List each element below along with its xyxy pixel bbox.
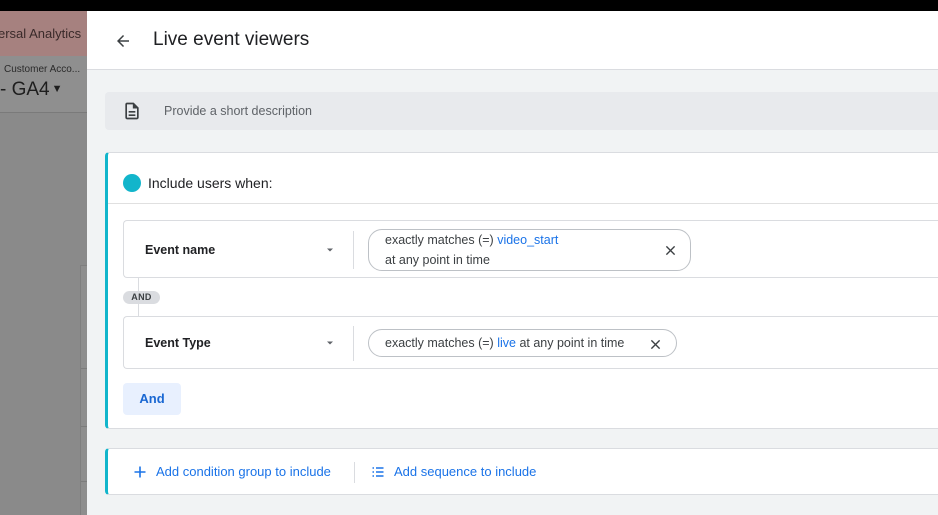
condition-chip[interactable]: exactly matches (=) live at any point in… (368, 329, 677, 357)
arrow-back-icon (117, 35, 129, 47)
condition-row: Event name exactly matches (=) video_sta… (123, 220, 938, 278)
condition-value: video_start (497, 233, 559, 247)
close-icon (650, 339, 660, 349)
condition-value: live (497, 336, 516, 350)
condition-row: Event Type exactly matches (=) live at a… (123, 316, 938, 369)
description-field[interactable]: Provide a short description (105, 92, 938, 130)
account-name: Customer Acco... (4, 64, 81, 75)
include-group-header: Include users when: (108, 153, 938, 204)
condition-chip[interactable]: exactly matches (=) video_start at any p… (368, 229, 691, 271)
top-bar (0, 0, 938, 11)
plus-icon (132, 464, 148, 480)
and-button[interactable]: And (123, 383, 181, 415)
panel-header: Live event viewers (87, 11, 938, 70)
description-placeholder: Provide a short description (164, 104, 312, 118)
timing-text: at any point in time (519, 336, 625, 350)
dropdown-arrow-icon (327, 248, 333, 252)
audience-panel: Live event viewers Provide a short descr… (87, 11, 938, 515)
dimension-label: Event name (145, 243, 216, 257)
chip-line: exactly matches (=) live at any point in… (385, 336, 624, 350)
list-icon (370, 464, 386, 480)
close-icon (665, 245, 675, 255)
dropdown-arrow-icon (327, 341, 333, 345)
add-condition-group-button[interactable]: Add condition group to include (132, 449, 331, 494)
add-sequence-button[interactable]: Add sequence to include (370, 449, 536, 494)
add-condition-group-label: Add condition group to include (156, 464, 331, 479)
chevron-down-icon: ▼ (51, 83, 63, 95)
and-badge: AND (123, 291, 160, 304)
operator-text: exactly matches (=) (385, 336, 494, 350)
document-icon (125, 102, 139, 120)
dimension-select[interactable]: Event name (124, 221, 353, 277)
brand-bar: ersal Analytics (0, 11, 87, 56)
divider (353, 231, 354, 269)
remove-condition-button[interactable] (647, 336, 663, 352)
remove-condition-button[interactable] (662, 242, 678, 258)
operator-text: exactly matches (=) (385, 233, 494, 247)
add-sequence-label: Add sequence to include (394, 464, 537, 479)
dimension-select[interactable]: Event Type (124, 317, 353, 368)
include-condition-group: Include users when: Event name exactly m… (105, 152, 938, 429)
background-app: ersal Analytics Customer Acco... - GA4 ▼ (0, 11, 87, 515)
background-card (80, 265, 87, 515)
dimension-label: Event Type (145, 336, 211, 350)
property-header: Customer Acco... - GA4 ▼ (0, 56, 87, 113)
timing-text: at any point in time (385, 253, 490, 267)
brand-text: ersal Analytics (0, 26, 82, 41)
add-group-bar: Add condition group to include Add seque… (105, 448, 938, 495)
group-indicator-dot (123, 174, 141, 192)
include-group-label: Include users when: (148, 175, 273, 191)
divider (354, 462, 355, 483)
back-button[interactable] (111, 29, 135, 53)
page-title: Live event viewers (153, 29, 310, 50)
property-selector[interactable]: - GA4 ▼ (0, 79, 63, 101)
property-name: - GA4 (0, 79, 50, 100)
chip-line: exactly matches (=) video_start (385, 233, 558, 247)
divider (353, 326, 354, 361)
